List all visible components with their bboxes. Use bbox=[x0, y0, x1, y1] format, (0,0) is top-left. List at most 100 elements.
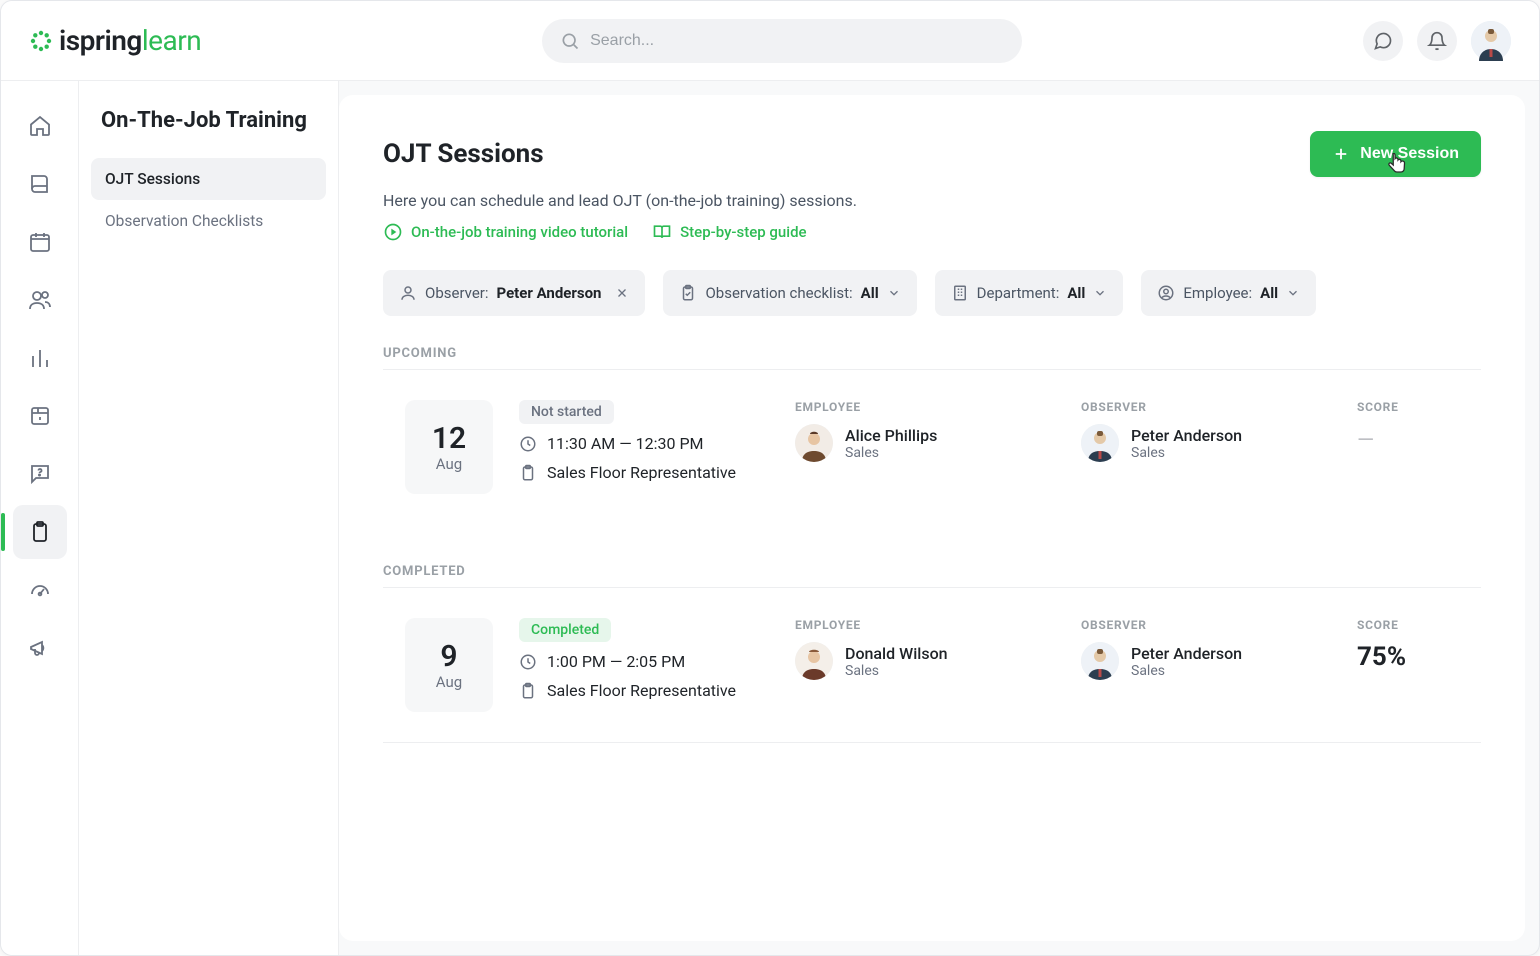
users-icon bbox=[28, 288, 52, 312]
nav-messages[interactable] bbox=[13, 447, 67, 501]
book-icon bbox=[28, 172, 52, 196]
nav-announce[interactable] bbox=[13, 621, 67, 675]
nav-events[interactable] bbox=[13, 215, 67, 269]
filter-employee[interactable]: Employee: All bbox=[1141, 270, 1316, 316]
chevron-down-icon bbox=[1286, 286, 1300, 300]
plus-icon bbox=[1332, 145, 1350, 163]
session-score-empty: — bbox=[1357, 428, 1477, 453]
nav-home[interactable] bbox=[13, 99, 67, 153]
filter-observer-value: Peter Anderson bbox=[497, 284, 602, 302]
section-sidebar: On-The-Job Training OJT Sessions Observa… bbox=[79, 81, 339, 955]
session-row[interactable]: 9 Aug Completed 1:00 PM — 2:05 PM Sales … bbox=[383, 587, 1481, 743]
help-link-video[interactable]: On-the-job training video tutorial bbox=[383, 222, 628, 242]
col-header-observer: OBSERVER bbox=[1081, 618, 1331, 632]
session-date-month: Aug bbox=[436, 455, 462, 473]
user-circle-icon bbox=[1157, 284, 1175, 302]
user-avatar-icon bbox=[1471, 21, 1511, 61]
gauge-icon bbox=[28, 578, 52, 602]
bar-chart-icon bbox=[28, 346, 52, 370]
sidebar-item-observation-checklists[interactable]: Observation Checklists bbox=[91, 200, 326, 242]
avatar-icon bbox=[1081, 424, 1119, 462]
filter-observer-label: Observer: bbox=[425, 284, 489, 302]
megaphone-icon bbox=[28, 636, 52, 660]
home-icon bbox=[28, 114, 52, 138]
help-link-guide[interactable]: Step-by-step guide bbox=[652, 222, 807, 242]
session-date: 12 Aug bbox=[405, 400, 493, 494]
nav-performance[interactable] bbox=[13, 563, 67, 617]
user-icon bbox=[399, 284, 417, 302]
filter-department-value: All bbox=[1067, 284, 1085, 302]
building-icon bbox=[951, 284, 969, 302]
search-input[interactable] bbox=[590, 32, 1004, 50]
session-checklist: Sales Floor Representative bbox=[547, 681, 736, 700]
session-employee: Alice Phillips Sales bbox=[795, 424, 1055, 462]
nav-knowledge[interactable] bbox=[13, 389, 67, 443]
observer-avatar bbox=[1081, 424, 1119, 462]
filter-observer-clear[interactable] bbox=[615, 286, 629, 300]
ispring-icon bbox=[29, 29, 53, 53]
filter-observer[interactable]: Observer: Peter Anderson bbox=[383, 270, 645, 316]
session-row[interactable]: 12 Aug Not started 11:30 AM — 12:30 PM S… bbox=[383, 369, 1481, 524]
filter-checklist[interactable]: Observation checklist: All bbox=[663, 270, 916, 316]
page-description: Here you can schedule and lead OJT (on-t… bbox=[383, 191, 1481, 210]
calendar-icon bbox=[28, 230, 52, 254]
help-link-guide-label: Step-by-step guide bbox=[680, 223, 807, 241]
clipboard-icon bbox=[28, 520, 52, 544]
observer-avatar bbox=[1081, 642, 1119, 680]
employee-avatar bbox=[795, 424, 833, 462]
employee-dept: Sales bbox=[845, 663, 948, 679]
session-status-badge: Completed bbox=[519, 618, 611, 642]
avatar-icon bbox=[795, 642, 833, 680]
session-date-month: Aug bbox=[436, 673, 462, 691]
observer-name: Peter Anderson bbox=[1131, 426, 1242, 445]
clipboard-icon bbox=[519, 682, 537, 700]
profile-avatar[interactable] bbox=[1471, 21, 1511, 61]
archive-icon bbox=[28, 404, 52, 428]
brand-text: ispringlearn bbox=[59, 24, 201, 57]
col-header-observer: OBSERVER bbox=[1081, 400, 1331, 414]
session-date-day: 9 bbox=[440, 640, 457, 673]
employee-name: Donald Wilson bbox=[845, 644, 948, 663]
filter-checklist-value: All bbox=[861, 284, 879, 302]
observer-name: Peter Anderson bbox=[1131, 644, 1242, 663]
nav-rail bbox=[1, 81, 79, 955]
brand-logo[interactable]: ispringlearn bbox=[29, 24, 201, 57]
session-observer: Peter Anderson Sales bbox=[1081, 642, 1331, 680]
col-header-employee: EMPLOYEE bbox=[795, 400, 1055, 414]
observer-dept: Sales bbox=[1131, 663, 1242, 679]
filter-department[interactable]: Department: All bbox=[935, 270, 1124, 316]
sidebar-item-ojt-sessions[interactable]: OJT Sessions bbox=[91, 158, 326, 200]
avatar-icon bbox=[1081, 642, 1119, 680]
col-header-score: SCORE bbox=[1357, 400, 1477, 414]
global-search[interactable] bbox=[542, 19, 1022, 63]
main-panel: OJT Sessions New Session Here you can sc… bbox=[339, 95, 1525, 941]
search-icon bbox=[560, 31, 580, 51]
nav-courses[interactable] bbox=[13, 157, 67, 211]
chevron-down-icon bbox=[887, 286, 901, 300]
col-header-score: SCORE bbox=[1357, 618, 1477, 632]
nav-users[interactable] bbox=[13, 273, 67, 327]
chat-button[interactable] bbox=[1363, 21, 1403, 61]
nav-reports[interactable] bbox=[13, 331, 67, 385]
employee-name: Alice Phillips bbox=[845, 426, 937, 445]
page-title: OJT Sessions bbox=[383, 139, 544, 169]
filter-bar: Observer: Peter Anderson Observation che… bbox=[383, 270, 1481, 316]
app-header: ispringlearn bbox=[1, 1, 1539, 81]
close-icon bbox=[615, 286, 629, 300]
upcoming-section-label: UPCOMING bbox=[383, 346, 1481, 361]
session-time: 1:00 PM — 2:05 PM bbox=[547, 652, 685, 671]
nav-ojt[interactable] bbox=[13, 505, 67, 559]
filter-checklist-label: Observation checklist: bbox=[705, 284, 852, 302]
completed-section-label: COMPLETED bbox=[383, 564, 1481, 579]
clipboard-check-icon bbox=[679, 284, 697, 302]
book-open-icon bbox=[652, 222, 672, 242]
employee-avatar bbox=[795, 642, 833, 680]
employee-dept: Sales bbox=[845, 445, 937, 461]
session-score: 75% bbox=[1357, 642, 1477, 672]
chat-icon bbox=[1373, 31, 1393, 51]
observer-dept: Sales bbox=[1131, 445, 1242, 461]
chevron-down-icon bbox=[1093, 286, 1107, 300]
notifications-button[interactable] bbox=[1417, 21, 1457, 61]
filter-department-label: Department: bbox=[977, 284, 1060, 302]
session-date: 9 Aug bbox=[405, 618, 493, 712]
